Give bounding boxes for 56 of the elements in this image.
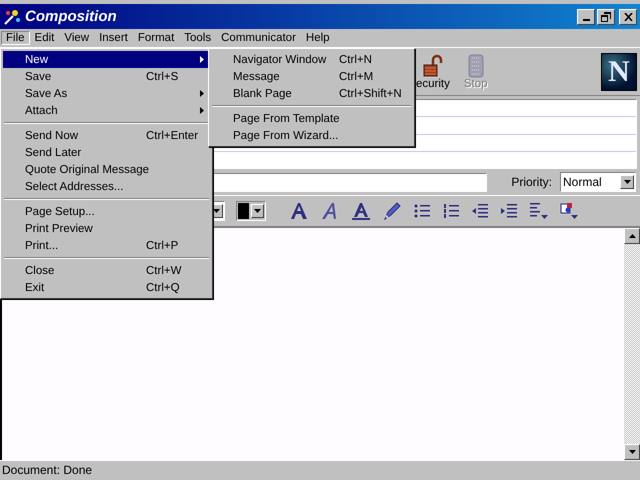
down-arrow-icon xyxy=(628,450,636,454)
scroll-down-button[interactable] xyxy=(624,444,640,460)
stop-icon xyxy=(468,54,484,78)
scrollbar[interactable] xyxy=(624,228,640,460)
menu-bar-item[interactable]: File xyxy=(1,31,30,45)
align-icon[interactable] xyxy=(529,202,549,220)
menu-bar-item[interactable]: Tools xyxy=(179,31,216,45)
scroll-up-button[interactable] xyxy=(624,228,640,244)
menu-bar-item[interactable]: Edit xyxy=(30,31,60,45)
menu-item[interactable]: Navigator Window Ctrl+N xyxy=(211,51,412,68)
minimize-button[interactable] xyxy=(577,8,595,24)
toolbar-button[interactable]: ecurity xyxy=(416,54,450,90)
menu-item[interactable]: Send Now Ctrl+Enter xyxy=(3,127,210,144)
indent-icon[interactable] xyxy=(500,203,518,219)
menu-item[interactable]: Attach xyxy=(3,102,210,119)
numbered-list-icon[interactable] xyxy=(442,203,460,219)
menu-item[interactable]: Close Ctrl+W xyxy=(3,262,210,279)
menu-bar-item[interactable]: Insert xyxy=(94,31,133,45)
restore-icon xyxy=(601,12,611,22)
priority-select[interactable]: Normal xyxy=(560,172,636,192)
menu-item[interactable]: Quote Original Message xyxy=(3,161,210,178)
minimize-icon xyxy=(582,18,590,20)
menu-item[interactable]: New xyxy=(3,51,210,68)
menu-item[interactable]: Page Setup... xyxy=(3,203,210,220)
pen-icon[interactable] xyxy=(382,202,402,220)
close-icon xyxy=(624,12,632,20)
menu-item[interactable]: Send Later xyxy=(3,144,210,161)
color-picker[interactable] xyxy=(236,201,266,221)
menu-item[interactable]: Save Ctrl+S xyxy=(3,68,210,85)
status-text: Document: Done xyxy=(2,463,92,477)
logo: N xyxy=(601,52,637,90)
menu-item[interactable]: Page From Wizard... xyxy=(211,127,412,144)
priority-label: Priority: xyxy=(511,175,552,189)
menu-bar-item[interactable]: Help xyxy=(300,31,335,45)
underline-a-icon[interactable] xyxy=(351,202,371,220)
menu-item[interactable]: Print Preview xyxy=(3,220,210,237)
menu-item[interactable]: Select Addresses... xyxy=(3,178,210,195)
bold-a-icon[interactable] xyxy=(289,202,309,220)
sparkle-icon xyxy=(3,8,21,26)
menu-bar-item[interactable]: Format xyxy=(132,31,180,45)
insert-object-icon[interactable] xyxy=(560,202,580,220)
bullet-list-icon[interactable] xyxy=(413,203,431,219)
menu-item[interactable]: Print... Ctrl+P xyxy=(3,237,210,254)
menu-item[interactable]: Save As xyxy=(3,85,210,102)
menu-item[interactable]: Blank Page Ctrl+Shift+N xyxy=(211,85,412,102)
menu-item[interactable]: Page From Template xyxy=(211,110,412,127)
outdent-icon[interactable] xyxy=(471,203,489,219)
menu-item[interactable]: Exit Ctrl+Q xyxy=(3,279,210,296)
padlock-icon xyxy=(420,54,445,78)
menu-bar-item[interactable]: View xyxy=(59,31,94,45)
window-title: Composition xyxy=(25,8,117,25)
restore-button[interactable] xyxy=(597,8,615,24)
close-button[interactable] xyxy=(619,8,637,24)
menu-item[interactable]: Message Ctrl+M xyxy=(211,68,412,85)
up-arrow-icon xyxy=(628,234,636,238)
menu-bar-item[interactable]: Communicator xyxy=(216,31,301,45)
